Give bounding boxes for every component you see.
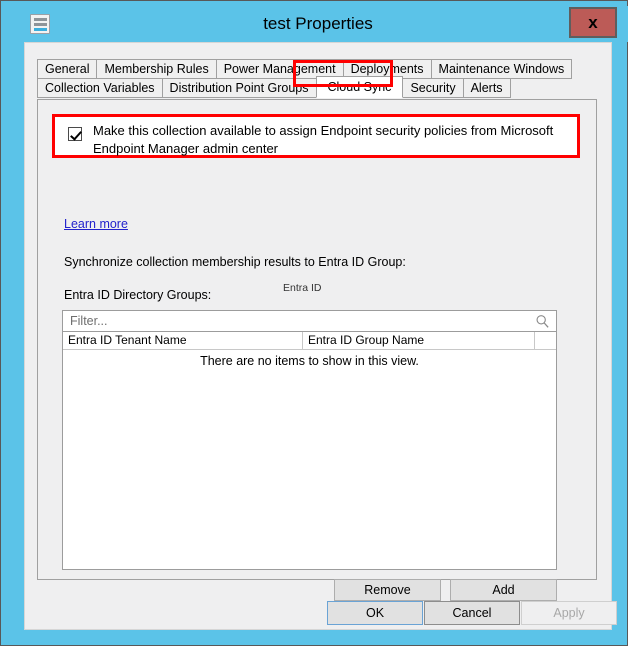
- search-icon[interactable]: [535, 314, 550, 329]
- tab-security[interactable]: Security: [402, 78, 464, 98]
- title-bar: test Properties x: [8, 6, 628, 42]
- listview-header: Entra ID Tenant Name Entra ID Group Name: [63, 332, 556, 350]
- listview-empty-message: There are no items to show in this view.: [200, 354, 419, 368]
- learn-more-link[interactable]: Learn more: [64, 217, 128, 231]
- properties-window: test Properties x General Membership Rule…: [0, 0, 628, 646]
- ok-button[interactable]: OK: [327, 601, 423, 625]
- enable-endpoint-security-label: Make this collection available to assign…: [93, 123, 554, 156]
- tab-collection-variables[interactable]: Collection Variables: [37, 78, 163, 98]
- cancel-button[interactable]: Cancel: [424, 601, 520, 625]
- tab-distribution-point-groups[interactable]: Distribution Point Groups: [161, 78, 317, 98]
- entra-groups-listview[interactable]: Entra ID Tenant Name Entra ID Group Name…: [62, 332, 557, 570]
- add-button[interactable]: Add: [450, 579, 557, 601]
- tab-maintenance-windows[interactable]: Maintenance Windows: [430, 59, 573, 79]
- entra-id-caption: Entra ID: [283, 282, 322, 294]
- directory-groups-label: Entra ID Directory Groups:: [64, 288, 212, 302]
- apply-button: Apply: [521, 601, 617, 625]
- dialog-body: General Membership Rules Power Management D…: [24, 42, 617, 630]
- tab-strip: General Membership Rules Power Management D…: [37, 59, 597, 98]
- column-header-group-name[interactable]: Entra ID Group Name: [303, 332, 535, 350]
- enable-endpoint-security-checkbox[interactable]: [68, 127, 82, 141]
- remove-button[interactable]: Remove: [334, 579, 441, 601]
- filter-placeholder: Filter...: [70, 314, 108, 328]
- tab-alerts[interactable]: Alerts: [462, 78, 511, 98]
- synchronize-label: Synchronize collection membership result…: [64, 255, 406, 269]
- filter-input[interactable]: Filter...: [62, 310, 557, 332]
- checkbox-annotation: Make this collection available to assign…: [52, 114, 580, 158]
- tab-membership-rules[interactable]: Membership Rules: [96, 59, 217, 79]
- window-title: test Properties: [263, 14, 373, 33]
- cloud-sync-panel: Make this collection available to assign…: [37, 100, 597, 601]
- column-header-tenant-name[interactable]: Entra ID Tenant Name: [63, 332, 303, 350]
- tab-general[interactable]: General: [37, 59, 98, 79]
- tab-cloud-sync[interactable]: Cloud Sync: [315, 76, 404, 98]
- close-button[interactable]: x: [569, 7, 617, 38]
- tab-row-2: Collection Variables Distribution Point G…: [37, 76, 597, 98]
- column-header-extra[interactable]: [535, 332, 556, 350]
